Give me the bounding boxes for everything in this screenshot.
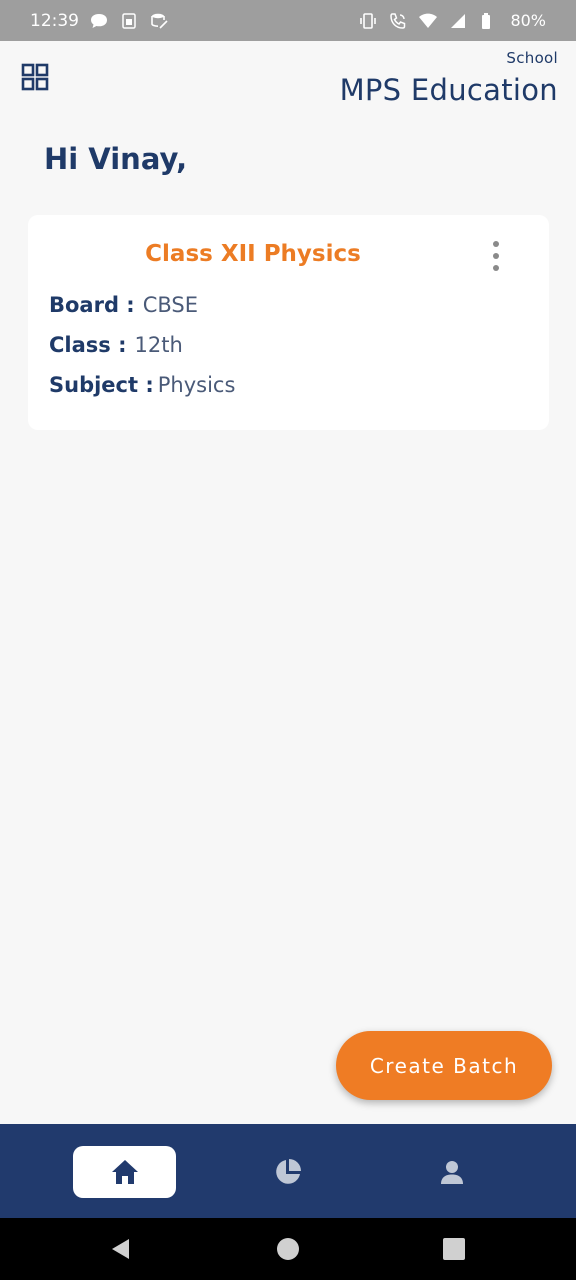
app-header: School MPS Education: [0, 41, 576, 121]
more-options-button[interactable]: [489, 241, 503, 271]
batch-card[interactable]: Class XII Physics Board : CBSE Class : 1…: [28, 215, 549, 430]
back-icon: [112, 1239, 129, 1259]
battery-icon: [478, 11, 498, 31]
board-row: Board : CBSE: [49, 293, 198, 317]
subject-value: Physics: [157, 373, 236, 397]
battery-percent: 80%: [510, 11, 546, 30]
subject-label: Subject :: [49, 373, 154, 397]
batch-title: Class XII Physics: [145, 241, 361, 267]
recents-button[interactable]: [441, 1236, 467, 1262]
pie-chart-icon: [275, 1159, 301, 1184]
nav-home[interactable]: [73, 1146, 176, 1198]
class-row: Class : 12th: [49, 333, 183, 357]
nav-profile[interactable]: [400, 1146, 503, 1198]
storage-icon: [149, 11, 169, 31]
school-label: School: [506, 49, 558, 67]
create-batch-button[interactable]: Create Batch: [336, 1031, 552, 1100]
wifi-call-icon: [388, 11, 408, 31]
home-icon: [111, 1160, 138, 1184]
school-name: MPS Education: [339, 73, 558, 107]
grid-icon: [21, 63, 49, 91]
system-nav-bar: [0, 1218, 576, 1280]
sim-icon: [119, 11, 139, 31]
back-button[interactable]: [108, 1236, 134, 1262]
message-icon: [89, 11, 109, 31]
more-vert-icon-dot: [493, 265, 499, 271]
signal-icon: [448, 11, 468, 31]
bottom-nav: [0, 1124, 576, 1218]
more-vert-icon-dot: [493, 253, 499, 259]
board-value: CBSE: [142, 293, 199, 317]
grid-menu-button[interactable]: [20, 62, 50, 92]
board-label: Board :: [49, 293, 135, 317]
wifi-icon: [418, 11, 438, 31]
nav-reports[interactable]: [236, 1146, 339, 1198]
home-system-button[interactable]: [275, 1236, 301, 1262]
greeting: Hi Vinay,: [44, 142, 188, 176]
class-label: Class :: [49, 333, 127, 357]
recents-icon: [443, 1238, 465, 1260]
status-bar: 12:39 80%: [0, 0, 576, 41]
vibrate-icon: [358, 11, 378, 31]
more-vert-icon: [493, 241, 499, 247]
person-icon: [440, 1161, 463, 1184]
home-circle-icon: [277, 1238, 299, 1260]
subject-row: Subject : Physics: [49, 373, 235, 397]
status-left: 12:39: [30, 11, 169, 31]
status-right: 80%: [358, 11, 546, 31]
status-time: 12:39: [30, 10, 79, 31]
class-value: 12th: [134, 333, 183, 357]
